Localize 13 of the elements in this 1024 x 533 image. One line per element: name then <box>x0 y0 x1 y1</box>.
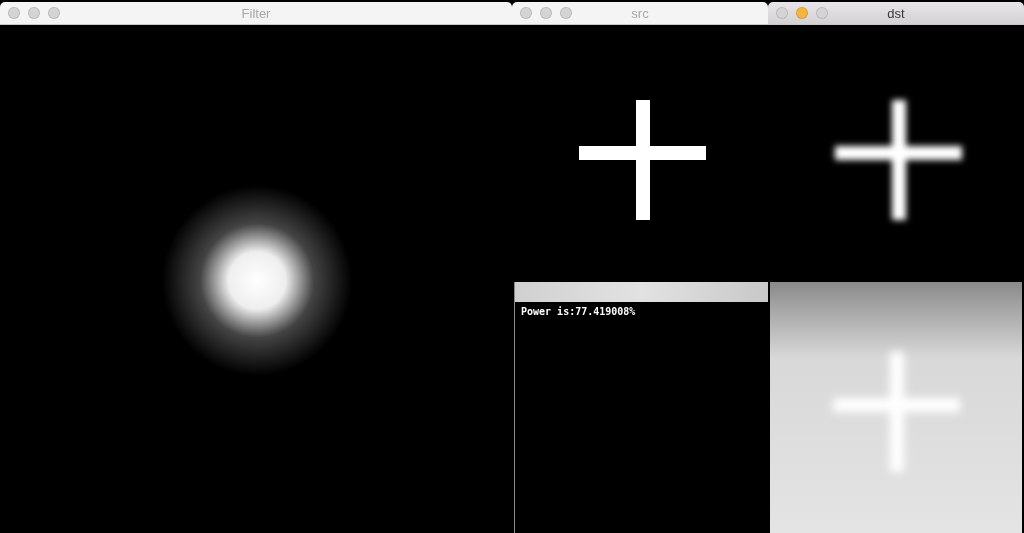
close-button[interactable] <box>776 7 788 19</box>
minimize-button[interactable] <box>28 7 40 19</box>
minimize-button[interactable] <box>796 7 808 19</box>
window-title: src <box>631 5 649 21</box>
zoom-button[interactable] <box>48 7 60 19</box>
minimize-button[interactable] <box>540 7 552 19</box>
zoom-button[interactable] <box>816 7 828 19</box>
window-title: Filter <box>241 5 271 21</box>
zoom-button[interactable] <box>560 7 572 19</box>
window-title: dst <box>887 5 905 21</box>
console-output: Power is:77.419008% <box>520 305 637 319</box>
close-button[interactable] <box>520 7 532 19</box>
close-button[interactable] <box>8 7 20 19</box>
